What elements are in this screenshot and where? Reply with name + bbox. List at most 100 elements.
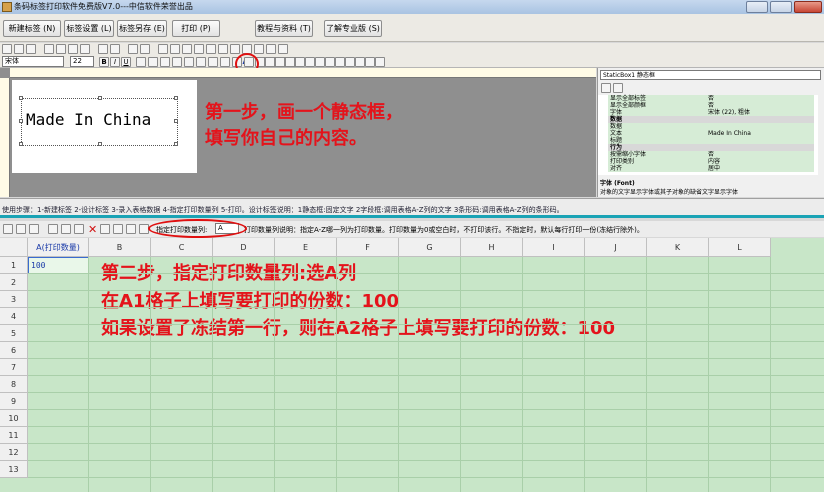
row-header[interactable]: 12	[0, 444, 28, 461]
column-header[interactable]: I	[523, 238, 585, 257]
maximize-button[interactable]	[770, 1, 792, 13]
property-row[interactable]: 打印类别 内容	[608, 158, 814, 165]
find-icon[interactable]	[126, 224, 136, 234]
delete-icon[interactable]: ✕	[88, 223, 97, 236]
property-row[interactable]: 按需缩小字体 否	[608, 151, 814, 158]
resize-handle[interactable]	[98, 96, 102, 100]
align-right-icon[interactable]	[182, 44, 192, 54]
field-icon[interactable]	[275, 57, 285, 67]
close-button[interactable]	[794, 1, 822, 13]
save-icon[interactable]	[26, 44, 36, 54]
zoom-in-icon[interactable]	[128, 44, 138, 54]
font-size-select[interactable]: 22	[70, 56, 94, 67]
property-row[interactable]: 数据	[608, 123, 814, 130]
group-icon[interactable]	[266, 44, 276, 54]
bold-icon[interactable]: B	[99, 57, 109, 67]
align-middle-icon[interactable]	[206, 44, 216, 54]
alphabetic-icon[interactable]	[613, 83, 623, 93]
property-row[interactable]: 显示全部颜框 否	[608, 102, 814, 109]
row-header[interactable]: 1	[0, 257, 28, 274]
column-header[interactable]: B	[89, 238, 151, 257]
grid-icon[interactable]	[113, 224, 123, 234]
column-header[interactable]: F	[337, 238, 399, 257]
property-row[interactable]: 行为	[608, 144, 814, 151]
align-bottom-icon[interactable]	[218, 44, 228, 54]
property-row[interactable]: 文本 Made In China	[608, 130, 814, 137]
resize-handle[interactable]	[174, 119, 178, 123]
resize-handle[interactable]	[19, 96, 23, 100]
chart-icon[interactable]	[315, 57, 325, 67]
redo-icon[interactable]	[110, 44, 120, 54]
row-header[interactable]: 10	[0, 410, 28, 427]
column-header[interactable]: H	[461, 238, 523, 257]
save-icon[interactable]	[29, 224, 39, 234]
image-tool-icon[interactable]	[295, 57, 305, 67]
zoom-out-icon[interactable]	[140, 44, 150, 54]
cell-a1[interactable]: 100	[31, 261, 45, 270]
new-label-button[interactable]: 新建标签 (N)	[3, 20, 61, 37]
align-top-icon[interactable]	[194, 44, 204, 54]
minimize-button[interactable]	[746, 1, 768, 13]
same-size-icon[interactable]	[254, 44, 264, 54]
property-row[interactable]: 数据	[608, 116, 814, 123]
property-grid[interactable]: 显示全部标签否显示全部颜框否字体 宋体 (22), 粗体 数据 数据 文本 Made In…	[598, 95, 818, 175]
property-row[interactable]: 字体 宋体 (22), 粗体	[608, 109, 814, 116]
row-header[interactable]: 5	[0, 325, 28, 342]
align-center-icon[interactable]	[170, 44, 180, 54]
import-icon[interactable]	[3, 224, 13, 234]
save-as-button[interactable]: 标签另存 (E)	[117, 20, 167, 37]
resize-handle[interactable]	[98, 142, 102, 146]
data-spreadsheet[interactable]: 100 第二步，指定打印数量列:选A列 在A1格子上填写要打印的份数：100 如…	[0, 238, 824, 492]
paste-icon[interactable]	[68, 44, 78, 54]
resize-handle[interactable]	[174, 142, 178, 146]
italic-icon[interactable]: I	[110, 57, 120, 67]
column-header[interactable]: L	[709, 238, 771, 257]
underline-icon[interactable]: U	[121, 57, 131, 67]
line2-icon[interactable]	[335, 57, 345, 67]
row-header[interactable]: 6	[0, 342, 28, 359]
copy-icon[interactable]	[56, 44, 66, 54]
row-header[interactable]: 3	[0, 291, 28, 308]
row-header[interactable]: 7	[0, 359, 28, 376]
font-select[interactable]: 宋体	[2, 56, 64, 67]
property-row[interactable]: 显示全部标签 否	[608, 95, 814, 102]
pro-version-button[interactable]: 了解专业版 (S)	[324, 20, 382, 37]
object-select[interactable]: StaticBox1 静态框	[600, 70, 821, 80]
layer-icon[interactable]	[278, 44, 288, 54]
undo-icon[interactable]	[98, 44, 108, 54]
column-header[interactable]: J	[585, 238, 647, 257]
tutorial-button[interactable]: 教程与资料 (T)	[255, 20, 313, 37]
same-width-icon[interactable]	[230, 44, 240, 54]
align-text-center-icon[interactable]	[148, 57, 158, 67]
cut-icon[interactable]	[48, 224, 58, 234]
new-icon[interactable]	[2, 44, 12, 54]
paste-icon[interactable]	[74, 224, 84, 234]
categorized-icon[interactable]	[601, 83, 611, 93]
resize-handle[interactable]	[174, 96, 178, 100]
column-header[interactable]: A(打印数量)	[28, 238, 89, 257]
copy-icon[interactable]	[61, 224, 71, 234]
resize-handle[interactable]	[19, 119, 23, 123]
align-justify-icon[interactable]	[172, 57, 182, 67]
align-text-right-icon[interactable]	[160, 57, 170, 67]
table-icon[interactable]	[100, 224, 110, 234]
column-header[interactable]: D	[213, 238, 275, 257]
barcode-tool-icon[interactable]	[285, 57, 295, 67]
cut-icon[interactable]	[44, 44, 54, 54]
column-header[interactable]: G	[399, 238, 461, 257]
row-header[interactable]: 11	[0, 427, 28, 444]
pencil-icon[interactable]	[265, 57, 275, 67]
rounded-rect-icon[interactable]	[365, 57, 375, 67]
resize-handle[interactable]	[19, 142, 23, 146]
column-header[interactable]: K	[647, 238, 709, 257]
circle-icon[interactable]	[355, 57, 365, 67]
rect-icon[interactable]	[220, 57, 230, 67]
column-header[interactable]: E	[275, 238, 337, 257]
table-tool-icon[interactable]	[305, 57, 315, 67]
square-icon[interactable]	[345, 57, 355, 67]
property-row[interactable]: 标题	[608, 137, 814, 144]
property-row[interactable]: 对齐 居中	[608, 165, 814, 172]
align-left-icon[interactable]	[158, 44, 168, 54]
delete-icon[interactable]	[80, 44, 90, 54]
row-header[interactable]: 13	[0, 461, 28, 478]
